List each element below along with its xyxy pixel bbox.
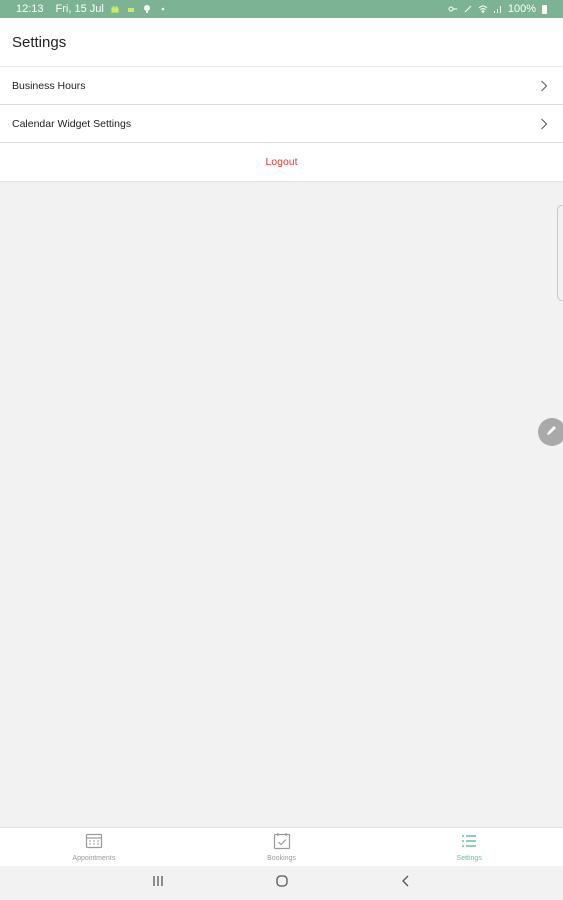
nav-item-bookings[interactable]: Bookings: [188, 828, 376, 866]
home-icon: [275, 874, 289, 893]
settings-item-business-hours[interactable]: Business Hours: [0, 67, 563, 105]
settings-item-label: Business Hours: [12, 79, 86, 92]
status-bar: 12:13 Fri, 15 Jul 100%: [0, 0, 563, 18]
dot-icon: [158, 4, 168, 14]
back-icon: [399, 874, 413, 893]
edge-panel-handle[interactable]: [557, 205, 563, 301]
calendar-check-icon: [273, 832, 291, 852]
home-button[interactable]: [270, 871, 294, 895]
app-header: Settings: [0, 18, 563, 67]
status-left: 12:13 Fri, 15 Jul: [16, 3, 168, 15]
list-icon: [460, 832, 478, 852]
nav-label: Settings: [456, 855, 482, 862]
system-nav-bar: [0, 866, 563, 900]
nav-item-settings[interactable]: Settings: [375, 828, 563, 866]
pencil-icon: [545, 423, 559, 442]
settings-item-label: Calendar Widget Settings: [12, 117, 132, 130]
back-button[interactable]: [394, 871, 418, 895]
bulb-icon: [142, 4, 152, 14]
android-icon: [110, 4, 120, 14]
edit-fab-button[interactable]: [538, 418, 563, 446]
chevron-right-icon: [537, 79, 551, 93]
key-icon: [448, 4, 458, 14]
battery-icon: [542, 4, 547, 14]
settings-list: Business Hours Calendar Widget Settings …: [0, 67, 563, 182]
chevron-right-icon: [537, 117, 551, 131]
nav-label: Appointments: [72, 855, 116, 862]
recent-apps-button[interactable]: [146, 871, 170, 895]
nav-label: Bookings: [267, 855, 296, 862]
logout-button[interactable]: Logout: [0, 143, 563, 182]
signal-icon: [493, 4, 503, 14]
mute-icon: [463, 4, 473, 14]
status-time: 12:13: [16, 3, 44, 15]
nav-item-appointments[interactable]: Appointments: [0, 828, 188, 866]
page-title: Settings: [12, 33, 67, 51]
status-date: Fri, 15 Jul: [55, 3, 104, 15]
wifi-icon: [478, 4, 488, 14]
recent-apps-icon: [151, 874, 165, 893]
bottom-nav: Appointments Bookings Settings: [0, 827, 563, 866]
android-icon: [126, 4, 136, 14]
calendar-grid-icon: [85, 832, 103, 852]
status-right: 100%: [448, 3, 547, 15]
battery-level: 100%: [507, 3, 536, 15]
settings-item-calendar-widget[interactable]: Calendar Widget Settings: [0, 105, 563, 143]
